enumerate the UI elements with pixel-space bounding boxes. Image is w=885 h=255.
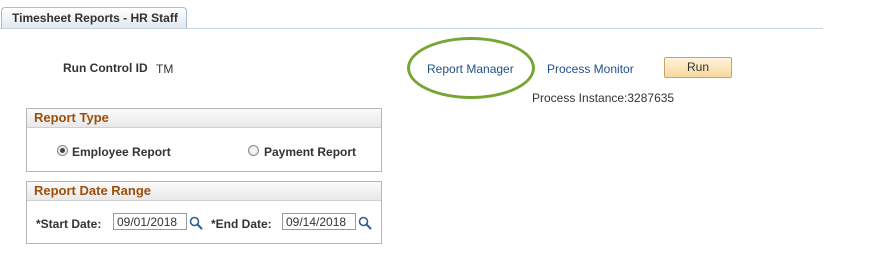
end-date-label: *End Date:: [211, 217, 272, 231]
radio-selected-dot: [60, 148, 65, 153]
search-icon[interactable]: [358, 216, 372, 230]
tab-timesheet-reports[interactable]: Timesheet Reports - HR Staff: [1, 7, 187, 29]
payment-report-radio[interactable]: [248, 145, 259, 156]
run-control-label: Run Control ID: [63, 61, 148, 75]
process-instance: Process Instance:3287635: [532, 91, 675, 105]
report-type-group: Report Type: [26, 108, 382, 172]
run-button[interactable]: Run: [664, 57, 732, 78]
run-control-value: TM: [156, 62, 174, 76]
payment-report-label[interactable]: Payment Report: [264, 145, 356, 159]
employee-report-radio[interactable]: [57, 145, 68, 156]
tab-divider: [0, 28, 823, 29]
process-monitor-link[interactable]: Process Monitor: [547, 62, 634, 76]
report-manager-link[interactable]: Report Manager: [427, 62, 514, 76]
report-type-title: Report Type: [27, 109, 381, 128]
start-date-label: *Start Date:: [36, 217, 102, 231]
start-date-input[interactable]: [113, 213, 187, 230]
employee-report-label[interactable]: Employee Report: [72, 145, 171, 159]
end-date-input[interactable]: [282, 213, 356, 230]
date-range-title: Report Date Range: [27, 182, 381, 201]
search-icon[interactable]: [189, 216, 203, 230]
